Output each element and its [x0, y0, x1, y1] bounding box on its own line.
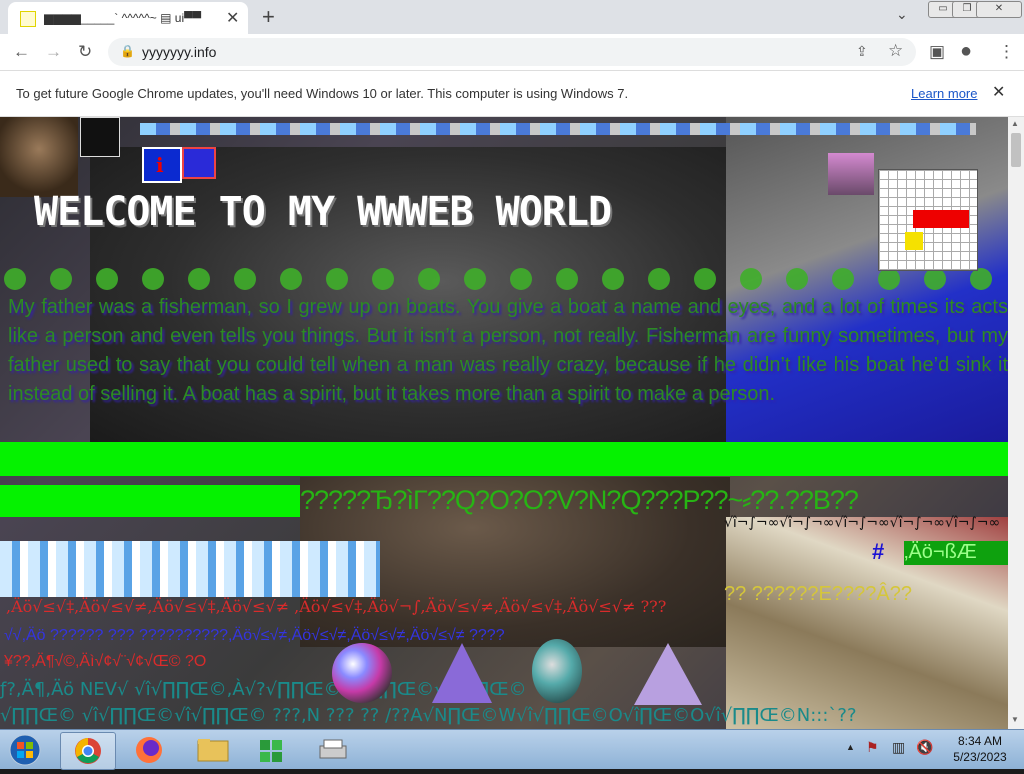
green-dot [188, 268, 210, 290]
garbled-text: ,Äö√≤√‡,Äö√≤√≠,Äö√≤√‡,Äö√≤√≠ ,Äö√≤√‡,Äö√… [6, 597, 667, 616]
garbled-text: √∏∏Œ© √î√∏∏Œ©√î√∏∏Œ© ???,N ??? ?? /??A√N… [0, 705, 857, 726]
network-icon[interactable] [246, 732, 300, 768]
pyramid-gif [432, 643, 492, 703]
green-dot [648, 268, 670, 290]
story-paragraph: My father was a fisherman, so I grew up … [8, 296, 1008, 405]
volume-muted-icon[interactable]: 🔇 [916, 739, 933, 756]
green-dot [50, 268, 72, 290]
green-dot [464, 268, 486, 290]
infobar-message: To get future Google Chrome updates, you… [16, 86, 629, 101]
green-dot [694, 268, 716, 290]
chrome-icon[interactable] [60, 732, 116, 770]
scroll-up-icon[interactable]: ▲ [1011, 119, 1019, 128]
striped-banner [140, 123, 976, 135]
green-dot [96, 268, 118, 290]
window-icon [182, 147, 216, 179]
scroll-thumb[interactable] [1011, 133, 1021, 167]
scrollbar[interactable]: ▲ ▼ [1008, 117, 1024, 729]
new-tab-button[interactable]: + [262, 4, 275, 30]
forward-icon[interactable]: → [45, 42, 62, 62]
tab-search-button[interactable]: ⌄ [896, 6, 908, 23]
green-bar [0, 442, 1008, 476]
tab-title: ▆▆▆▆_____` ^^^^^~ ▤ ui▀▀ [44, 11, 202, 25]
sidepanel-icon[interactable]: ▣ [929, 42, 945, 62]
small-gif [80, 117, 120, 157]
garbled-text: √√,Äö ?????? ??? ??????????,Äö√≤√≠,Äö√≤√… [4, 627, 505, 644]
green-dot [372, 268, 394, 290]
url-text[interactable]: yyyyyyy.info [142, 44, 216, 60]
browser-toolbar: ← → ↻ 🔒 yyyyyyy.info ⇪ ☆ ▣ ● ⋮ [0, 34, 1024, 71]
scroll-down-icon[interactable]: ▼ [1011, 715, 1019, 724]
sphere-gif [332, 643, 392, 703]
info-icon: i [142, 147, 182, 183]
garbled-text: # [872, 539, 885, 564]
infobar-close-icon[interactable]: ✕ [992, 82, 1005, 102]
clock-date: 5/23/2023 [953, 750, 1007, 764]
pyramid-gif [634, 643, 702, 705]
anime-gif [828, 153, 874, 195]
green-dot [556, 268, 578, 290]
green-dot [878, 268, 900, 290]
green-dot [280, 268, 302, 290]
garbled-text: ‚Äö¬ßÆ [904, 541, 1008, 565]
green-dot [924, 268, 946, 290]
favicon-icon [20, 11, 36, 27]
green-dot [740, 268, 762, 290]
nonogram-puzzle-image [878, 169, 978, 271]
learn-more-link[interactable]: Learn more [911, 86, 977, 101]
garbled-text: ¥??,Ä¶√©,Äì√¢√¨√¢√Œ© ?O [4, 653, 207, 670]
welcome-heading: WELCOME TO MY WWWEB WORLD [34, 189, 612, 235]
pattern-block [0, 541, 380, 597]
green-dot [418, 268, 440, 290]
start-icon[interactable] [0, 732, 50, 768]
green-dot [4, 268, 26, 290]
taskbar: ▲ ⚑ ▥ 🔇 8:34 AM 5/23/2023 [0, 729, 1024, 770]
tab-bar: ▆▆▆▆_____` ^^^^^~ ▤ ui▀▀ ✕ + ⌄ ▭ ❐ ✕ [0, 0, 1024, 34]
star-icon[interactable]: ☆ [888, 41, 903, 61]
green-dot [234, 268, 256, 290]
green-dot [602, 268, 624, 290]
browser-tab[interactable]: ▆▆▆▆_____` ^^^^^~ ▤ ui▀▀ ✕ [8, 2, 248, 34]
network-tray-icon[interactable]: ▥ [892, 739, 905, 756]
web-page: i WELCOME TO MY WWWEB WORLD My father wa… [0, 117, 1008, 729]
menu-icon[interactable]: ⋮ [998, 42, 1015, 62]
tab-close-icon[interactable]: ✕ [226, 8, 239, 28]
back-icon[interactable]: ← [13, 42, 30, 62]
action-center-icon[interactable]: ⚑ [866, 739, 879, 756]
tray-expand-icon[interactable]: ▲ [846, 742, 855, 752]
green-dot [786, 268, 808, 290]
profile-icon[interactable]: ● [960, 40, 972, 63]
garbled-text: √î¬∫¬∞√î¬∫¬∞√î¬∫¬∞√î¬∫¬∞√î¬∫¬∞ [724, 515, 1001, 531]
green-bar [0, 485, 300, 517]
green-dot [970, 268, 992, 290]
window-close-button[interactable]: ✕ [976, 1, 1022, 18]
printer-icon[interactable] [306, 732, 360, 768]
lock-icon[interactable]: 🔒 [120, 44, 135, 58]
reload-icon[interactable]: ↻ [78, 42, 92, 62]
update-infobar: To get future Google Chrome updates, you… [0, 71, 1024, 117]
green-dot [142, 268, 164, 290]
green-dot [510, 268, 532, 290]
egg-gif [532, 639, 582, 703]
system-clock[interactable]: 8:34 AM 5/23/2023 [948, 733, 1012, 765]
address-bar[interactable]: 🔒 yyyyyyy.info ⇪ ☆ [108, 38, 916, 66]
garbled-text: ƒ?,Ä¶,Äö NEV√ √î√∏∏Œ©,À√?√∏∏Œ©√î√∏∏Œ©√î√… [0, 679, 527, 700]
green-dot [832, 268, 854, 290]
garbled-text: ?????Ђ?ìΓ??Q?O?O?V?N?Q???P??~⸗??.??B?? [300, 485, 859, 515]
sculpture-image [0, 117, 78, 197]
clock-time: 8:34 AM [957, 734, 1003, 748]
folder-icon[interactable] [186, 732, 240, 768]
firefox-icon[interactable] [122, 732, 176, 768]
green-dot [326, 268, 348, 290]
share-icon[interactable]: ⇪ [856, 43, 868, 60]
